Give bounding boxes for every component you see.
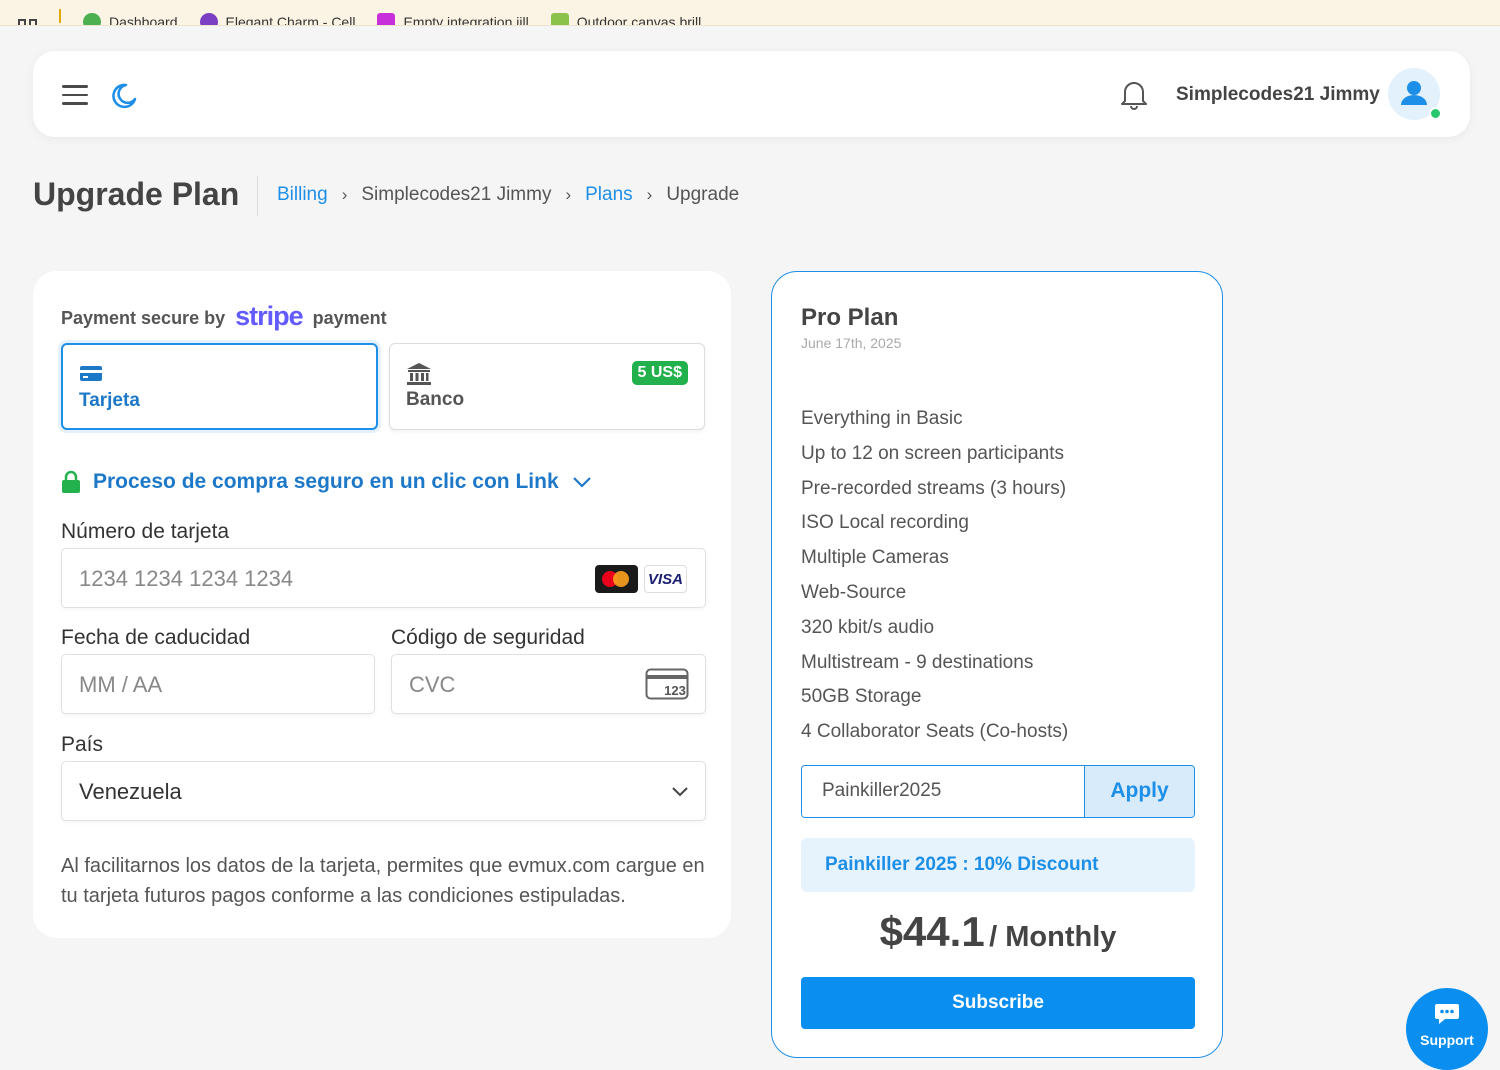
apps-grid-icon[interactable] (18, 19, 37, 25)
plan-features: Everything in Basic Up to 12 on screen p… (801, 406, 1068, 754)
cvc-label: Código de seguridad (391, 626, 585, 649)
list-item: Web-Source (801, 581, 907, 603)
list-item: 50GB Storage (801, 686, 922, 708)
card-number-label: Número de tarjeta (61, 520, 230, 543)
breadcrumb-billing[interactable]: Billing (277, 184, 328, 206)
chevron-down-icon (672, 787, 688, 797)
bookmark-favicon (550, 13, 569, 25)
country-value: Venezuela (79, 779, 182, 804)
chevron-right-icon: › (565, 185, 572, 204)
title-divider (257, 176, 258, 216)
chevron-right-icon: › (646, 185, 653, 204)
user-name[interactable]: Simplecodes21 Jimmy (1176, 84, 1380, 106)
payment-method-label: Tarjeta (79, 390, 140, 411)
secure-payment-row: Payment secure by stripe payment (61, 301, 387, 336)
breadcrumb-plans[interactable]: Plans (585, 184, 633, 206)
coupon-input[interactable]: Painkiller2025 (802, 766, 1084, 817)
country-label: País (61, 733, 104, 756)
bookmark-favicon (199, 13, 218, 25)
bookmark-label: Dashboard (109, 14, 178, 26)
plan-date: June 17th, 2025 (801, 335, 902, 351)
secure-suffix: payment (312, 308, 387, 328)
list-item: Multiple Cameras (801, 547, 949, 569)
list-item: 4 Collaborator Seats (Co-hosts) (801, 721, 1069, 743)
bookmark-dashboard[interactable]: Dashboard (83, 13, 178, 26)
cvc-card-icon: 123 (645, 668, 689, 700)
list-item: 320 kbit/s audio (801, 616, 935, 638)
bookmark-label: Outdoor canvas brill (576, 14, 702, 26)
apply-coupon-button[interactable]: Apply (1084, 766, 1194, 817)
bookmark-favicon (83, 13, 101, 25)
bookmarks-bar: Dashboard Elegant Charm - Cell Empty int… (0, 0, 1500, 26)
page-title: Upgrade Plan (33, 176, 240, 212)
lock-icon (62, 470, 80, 493)
payment-method-bank[interactable]: Banco 5 US$ (389, 343, 705, 430)
menu-icon[interactable] (62, 85, 88, 105)
payment-method-label: Banco (406, 389, 465, 410)
moon-icon[interactable] (109, 80, 139, 110)
bookmark-label: Elegant Charm - Cell (225, 14, 356, 26)
expiry-input[interactable]: MM / AA (61, 654, 375, 714)
expiry-label: Fecha de caducidad (61, 626, 251, 649)
link-checkout-toggle[interactable]: Proceso de compra seguro en un clic con … (61, 470, 605, 494)
bookmark-label: Empty integration jill (403, 14, 529, 26)
card-disclaimer: Al facilitarnos los datos de la tarjeta,… (61, 855, 705, 907)
expiry-placeholder: MM / AA (79, 672, 163, 697)
visa-icon: VISA (644, 565, 687, 593)
cvc-placeholder: CVC (409, 672, 456, 697)
bank-fee-badge: 5 US$ (631, 361, 688, 385)
bell-icon[interactable] (1119, 78, 1149, 110)
secure-prefix: Payment secure by (61, 308, 226, 328)
chevron-right-icon: › (341, 185, 348, 204)
mastercard-icon (595, 565, 638, 593)
list-item: Everything in Basic (801, 408, 963, 429)
discount-banner: Painkiller 2025 : 10% Discount (801, 838, 1195, 892)
breadcrumb-current: Upgrade (666, 184, 740, 205)
bank-icon (407, 363, 431, 385)
support-button[interactable]: Support (1406, 988, 1488, 1070)
chat-bubble-icon (1435, 1004, 1459, 1024)
link-checkout-text: Proceso de compra seguro en un clic con … (93, 470, 559, 493)
cvc-icon-text: 123 (664, 683, 686, 698)
stripe-logo: stripe (235, 301, 304, 331)
bookmark-elegant-charm[interactable]: Elegant Charm - Cell (199, 13, 356, 26)
list-item: Up to 12 on screen participants (801, 442, 1064, 464)
coupon-form: Painkiller2025 Apply (801, 765, 1195, 818)
payment-card: Payment secure by stripe payment Tarjeta… (33, 271, 731, 938)
chevron-down-icon (572, 477, 591, 488)
bookmark-separator (59, 9, 61, 23)
plan-card: Pro Plan June 17th, 2025 Everything in B… (771, 271, 1223, 1058)
list-item: ISO Local recording (801, 512, 969, 534)
avatar[interactable] (1388, 68, 1442, 120)
top-navbar: Simplecodes21 Jimmy (33, 51, 1470, 137)
list-item: Pre-recorded streams (3 hours) (801, 477, 1067, 499)
plan-price: $44.1 (879, 908, 985, 955)
subscribe-button[interactable]: Subscribe (801, 977, 1195, 1029)
breadcrumb: Billing › Simplecodes21 Jimmy › Plans › … (277, 184, 739, 206)
country-select[interactable]: Venezuela (61, 761, 706, 821)
price-row: $44.1 / Monthly (772, 908, 1224, 956)
bookmark-outdoor-canvas[interactable]: Outdoor canvas brill (550, 13, 702, 26)
plan-period: / Monthly (989, 921, 1117, 953)
list-item: Multistream - 9 destinations (801, 651, 1034, 673)
cvc-input[interactable]: CVC 123 (391, 654, 706, 714)
breadcrumb-user: Simplecodes21 Jimmy (361, 184, 552, 205)
online-status-dot (1429, 107, 1442, 120)
bookmark-favicon (377, 13, 396, 25)
card-icon (80, 366, 102, 381)
support-label: Support (1420, 1032, 1474, 1048)
payment-method-card[interactable]: Tarjeta (61, 343, 378, 430)
card-brand-logos: VISA (595, 565, 687, 593)
card-number-input[interactable]: 1234 1234 1234 1234 VISA (61, 548, 706, 608)
card-number-placeholder: 1234 1234 1234 1234 (79, 566, 294, 591)
bookmark-empty-integration[interactable]: Empty integration jill (377, 13, 529, 26)
plan-name: Pro Plan (801, 304, 899, 331)
